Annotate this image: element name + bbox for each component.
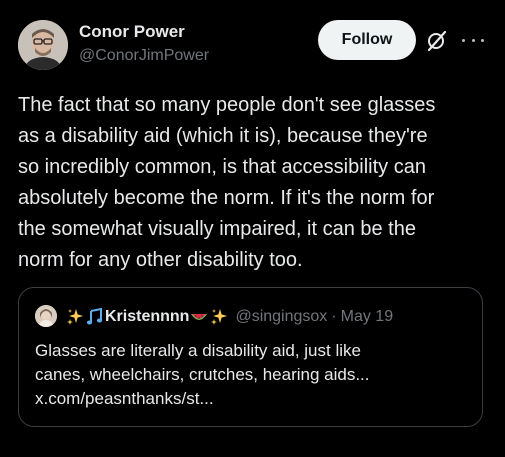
tweet: Conor Power @ConorJimPower Follow The fa… [0, 0, 505, 457]
post-text-line: absolutely become the norm. If it's the … [18, 187, 435, 209]
quoted-post[interactable]: Kristennnn @singingsox · May 19 Glasses … [18, 287, 483, 427]
person-avatar-icon [18, 20, 68, 70]
author-avatar[interactable] [18, 20, 68, 70]
follow-button[interactable]: Follow [318, 20, 416, 60]
quoted-link[interactable]: x.com/peasnthanks/st... [35, 387, 475, 411]
post-text-line: so incredibly common, is that accessibil… [18, 156, 426, 178]
quoted-text: Glasses are literally a disability aid, … [35, 339, 475, 411]
post-text-line: as a disability aid (which it is), becau… [18, 125, 428, 147]
quoted-text-line: Glasses are literally a disability aid, … [35, 341, 361, 360]
sparkles-emoji-icon [211, 309, 228, 325]
sparkles-emoji-icon [67, 309, 83, 325]
author-name[interactable]: Conor Power [79, 22, 185, 42]
more-dot [481, 38, 484, 42]
more-dot [462, 38, 465, 42]
quoted-author-handle[interactable]: @singingsox [235, 308, 327, 326]
author-handle[interactable]: @ConorJimPower [79, 47, 209, 65]
quoted-header: Kristennnn @singingsox · May 19 [65, 305, 393, 329]
grok-icon[interactable] [425, 29, 449, 53]
quoted-text-line: canes, wheelchairs, crutches, hearing ai… [35, 365, 370, 384]
quoted-separator: · [331, 308, 337, 325]
more-dot [471, 38, 475, 42]
quoted-author-name[interactable]: Kristennnn [105, 308, 189, 326]
quoted-author-avatar[interactable] [35, 305, 57, 327]
post-text-line: norm for any other disability too. [18, 249, 303, 271]
post-text: The fact that so many people don't see g… [18, 90, 493, 276]
quoted-date[interactable]: May 19 [341, 308, 393, 326]
music-notes-emoji-icon [86, 308, 103, 325]
post-text-line: the somewhat visually impaired, it can b… [18, 218, 416, 240]
quoted-avatar-icon [35, 305, 57, 327]
more-icon[interactable] [462, 30, 484, 50]
watermelon-emoji-icon [191, 314, 208, 320]
post-text-line: The fact that so many people don't see g… [18, 94, 436, 116]
